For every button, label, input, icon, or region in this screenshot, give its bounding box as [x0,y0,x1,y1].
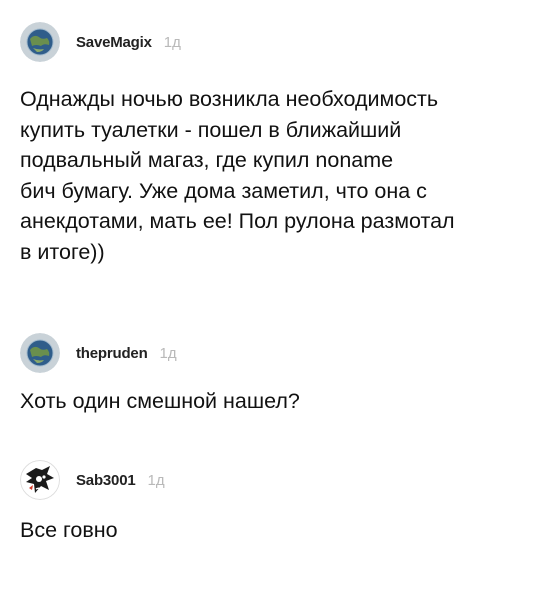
avatar[interactable] [20,333,60,373]
comment: SaveMagix 1д Однажды ночью возникла необ… [20,22,540,267]
timestamp: 1д [147,471,165,489]
comment: Sab3001 1д Все говно [20,460,540,546]
username[interactable]: thepruden [76,345,148,362]
avatar[interactable] [20,22,60,62]
earth-globe-icon [20,22,60,62]
avatar[interactable] [20,460,60,500]
comment-text: Однажды ночью возникла необходимость куп… [20,87,455,264]
comment-header: Sab3001 1д [20,460,540,500]
comment-text: Хоть один смешной нашел? [20,389,300,413]
username[interactable]: Sab3001 [76,472,136,489]
comment-text: Все говно [20,518,118,542]
comment-header: thepruden 1д [20,333,540,373]
comment-header: SaveMagix 1д [20,22,540,62]
comment: thepruden 1д Хоть один смешной нашел? [20,333,540,417]
earth-globe-icon [20,333,60,373]
username[interactable]: SaveMagix [76,34,152,51]
character-sketch-icon [20,460,60,500]
timestamp: 1д [163,33,181,51]
timestamp: 1д [159,344,177,362]
